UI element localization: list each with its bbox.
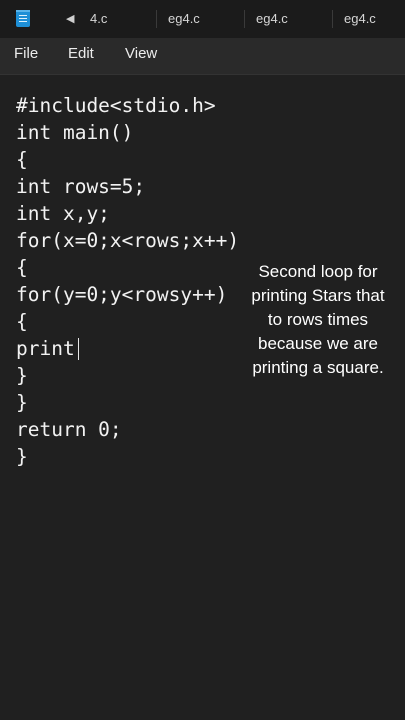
tab-2[interactable]: eg4.c — [168, 11, 200, 26]
menu-view[interactable]: View — [125, 45, 157, 62]
tab-1[interactable]: 4.c — [90, 11, 107, 26]
code-line: int x,y; — [16, 202, 110, 225]
caption-line: printing a square. — [252, 358, 384, 377]
code-line: } — [16, 364, 28, 387]
tab-divider — [332, 10, 333, 28]
tab-3[interactable]: eg4.c — [256, 11, 288, 26]
code-line: { — [16, 256, 28, 279]
code-line: int main() — [16, 121, 134, 144]
notepad-icon — [16, 10, 30, 27]
code-line: } — [16, 445, 28, 468]
tab-divider — [156, 10, 157, 28]
code-line: { — [16, 310, 28, 333]
code-line: #include<stdio.h> — [16, 94, 216, 117]
tab-4[interactable]: eg4.c — [344, 11, 376, 26]
caption-line: printing Stars that — [251, 286, 385, 305]
text-cursor — [78, 338, 79, 360]
menu-bar: File Edit View — [0, 38, 405, 75]
code-line: print — [16, 337, 75, 360]
caption-line: Second loop for — [258, 262, 378, 281]
code-line: } — [16, 391, 28, 414]
code-line: { — [16, 148, 28, 171]
scroll-left-icon[interactable]: ◀ — [66, 12, 74, 25]
menu-file[interactable]: File — [14, 45, 38, 62]
tab-divider — [244, 10, 245, 28]
code-line: for(x=0;x<rows;x++) — [16, 229, 240, 252]
code-line: return 0; — [16, 418, 122, 441]
caption-overlay: Second loop for printing Stars that to r… — [236, 260, 400, 380]
text-editor[interactable]: #include<stdio.h> int main() { int rows=… — [0, 75, 405, 720]
menu-edit[interactable]: Edit — [68, 45, 94, 62]
code-line: int rows=5; — [16, 175, 146, 198]
caption-line: because we are — [257, 334, 379, 353]
code-line: for(y=0;y<rowsy++) — [16, 283, 228, 306]
tab-bar: ◀ 4.c eg4.c eg4.c eg4.c — [0, 0, 405, 38]
caption-line: to rows times — [267, 310, 369, 329]
